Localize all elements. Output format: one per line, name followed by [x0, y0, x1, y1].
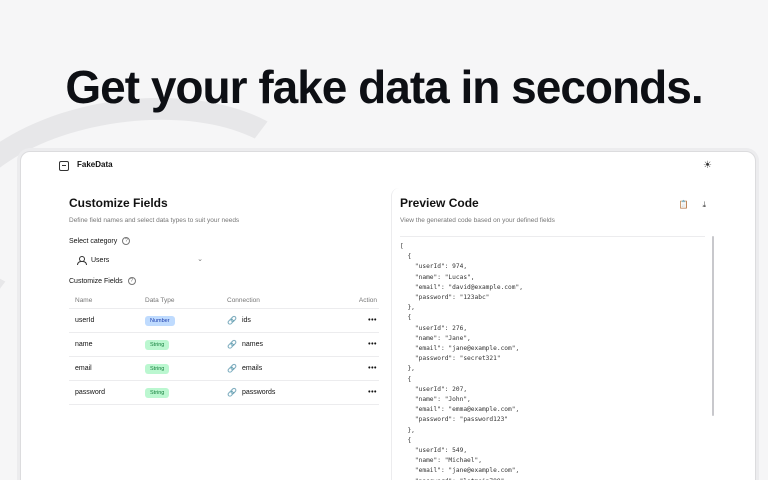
customize-title: Customize Fields: [69, 196, 168, 210]
column-header: Data Type: [145, 297, 175, 304]
data-type-badge[interactable]: String: [145, 339, 170, 350]
connection-cell[interactable]: 🔗 ids: [221, 316, 341, 325]
table-row: userId Number 🔗 ids •••: [69, 309, 379, 333]
connection-cell[interactable]: 🔗 emails: [221, 364, 341, 373]
link-icon: 🔗: [227, 316, 237, 325]
column-header: Name: [75, 297, 93, 304]
data-type-cell: String: [141, 363, 221, 374]
data-type-badge[interactable]: String: [145, 363, 170, 374]
data-type-cell: Number: [141, 315, 221, 326]
more-actions-button[interactable]: •••: [341, 317, 379, 324]
connection-value: ids: [241, 317, 251, 324]
fields-label-row: Customize Fields ?: [69, 277, 379, 285]
more-actions-button[interactable]: •••: [341, 341, 379, 348]
data-type-badge[interactable]: String: [145, 387, 170, 398]
link-icon: 🔗: [227, 340, 237, 349]
link-icon: 🔗: [227, 388, 237, 397]
preview-actions: 📋 ⤓: [678, 200, 706, 210]
more-actions-button[interactable]: •••: [341, 365, 379, 372]
app-name: FakeData: [77, 160, 113, 169]
category-select[interactable]: Users ⌄: [69, 251, 211, 269]
connection-cell[interactable]: 🔗 passwords: [221, 388, 341, 397]
data-type-cell: String: [141, 339, 221, 350]
field-name[interactable]: email: [69, 365, 141, 372]
field-name[interactable]: password: [69, 389, 141, 396]
connection-cell[interactable]: 🔗 names: [221, 340, 341, 349]
field-name[interactable]: userId: [69, 317, 141, 324]
fields-table: Name Data Type Connection Action userId …: [69, 293, 379, 405]
more-actions-button[interactable]: •••: [341, 389, 379, 396]
connection-value: names: [241, 341, 263, 348]
table-row: email String 🔗 emails •••: [69, 357, 379, 381]
help-icon[interactable]: ?: [127, 277, 136, 285]
chevron-down-icon: ⌄: [197, 256, 203, 263]
category-value: Users: [91, 256, 110, 264]
preview-subtitle: View the generated code based on your de…: [400, 217, 555, 224]
table-row: name String 🔗 names •••: [69, 333, 379, 357]
data-type-cell: String: [141, 387, 221, 398]
clipboard-icon[interactable]: 📋: [678, 200, 688, 210]
top-bar: FakeData ☀: [21, 152, 755, 180]
headline: Get your fake data in seconds.: [65, 61, 703, 113]
table-row: password String 🔗 passwords •••: [69, 381, 379, 405]
preview-panel: Preview Code View the generated code bas…: [391, 188, 716, 480]
preview-title: Preview Code: [400, 196, 479, 210]
download-icon[interactable]: ⤓: [702, 200, 706, 210]
category-label-row: Select category ?: [69, 237, 379, 245]
sun-icon[interactable]: ☀: [702, 160, 713, 171]
data-type-badge[interactable]: Number: [145, 315, 175, 326]
field-name[interactable]: name: [69, 341, 141, 348]
connection-value: emails: [241, 365, 263, 372]
column-header: Connection: [227, 297, 260, 304]
table-header: Name Data Type Connection Action: [69, 293, 379, 309]
help-icon[interactable]: ?: [122, 237, 131, 245]
customize-subtitle: Define field names and select data types…: [69, 217, 240, 224]
column-header: Action: [358, 297, 377, 304]
scrollbar[interactable]: [712, 236, 714, 416]
category-label: Select category: [69, 237, 118, 245]
app-window: FakeData ☀ Customize Fields Define field…: [20, 151, 756, 480]
code-preview[interactable]: [ { "userId": 974, "name": "Lucas", "ema…: [400, 236, 705, 480]
customize-panel: Customize Fields Define field names and …: [69, 196, 379, 405]
user-icon: [77, 256, 87, 265]
fields-label: Customize Fields: [69, 277, 123, 285]
table-icon: [59, 161, 69, 171]
link-icon: 🔗: [227, 364, 237, 373]
connection-value: passwords: [241, 389, 276, 396]
